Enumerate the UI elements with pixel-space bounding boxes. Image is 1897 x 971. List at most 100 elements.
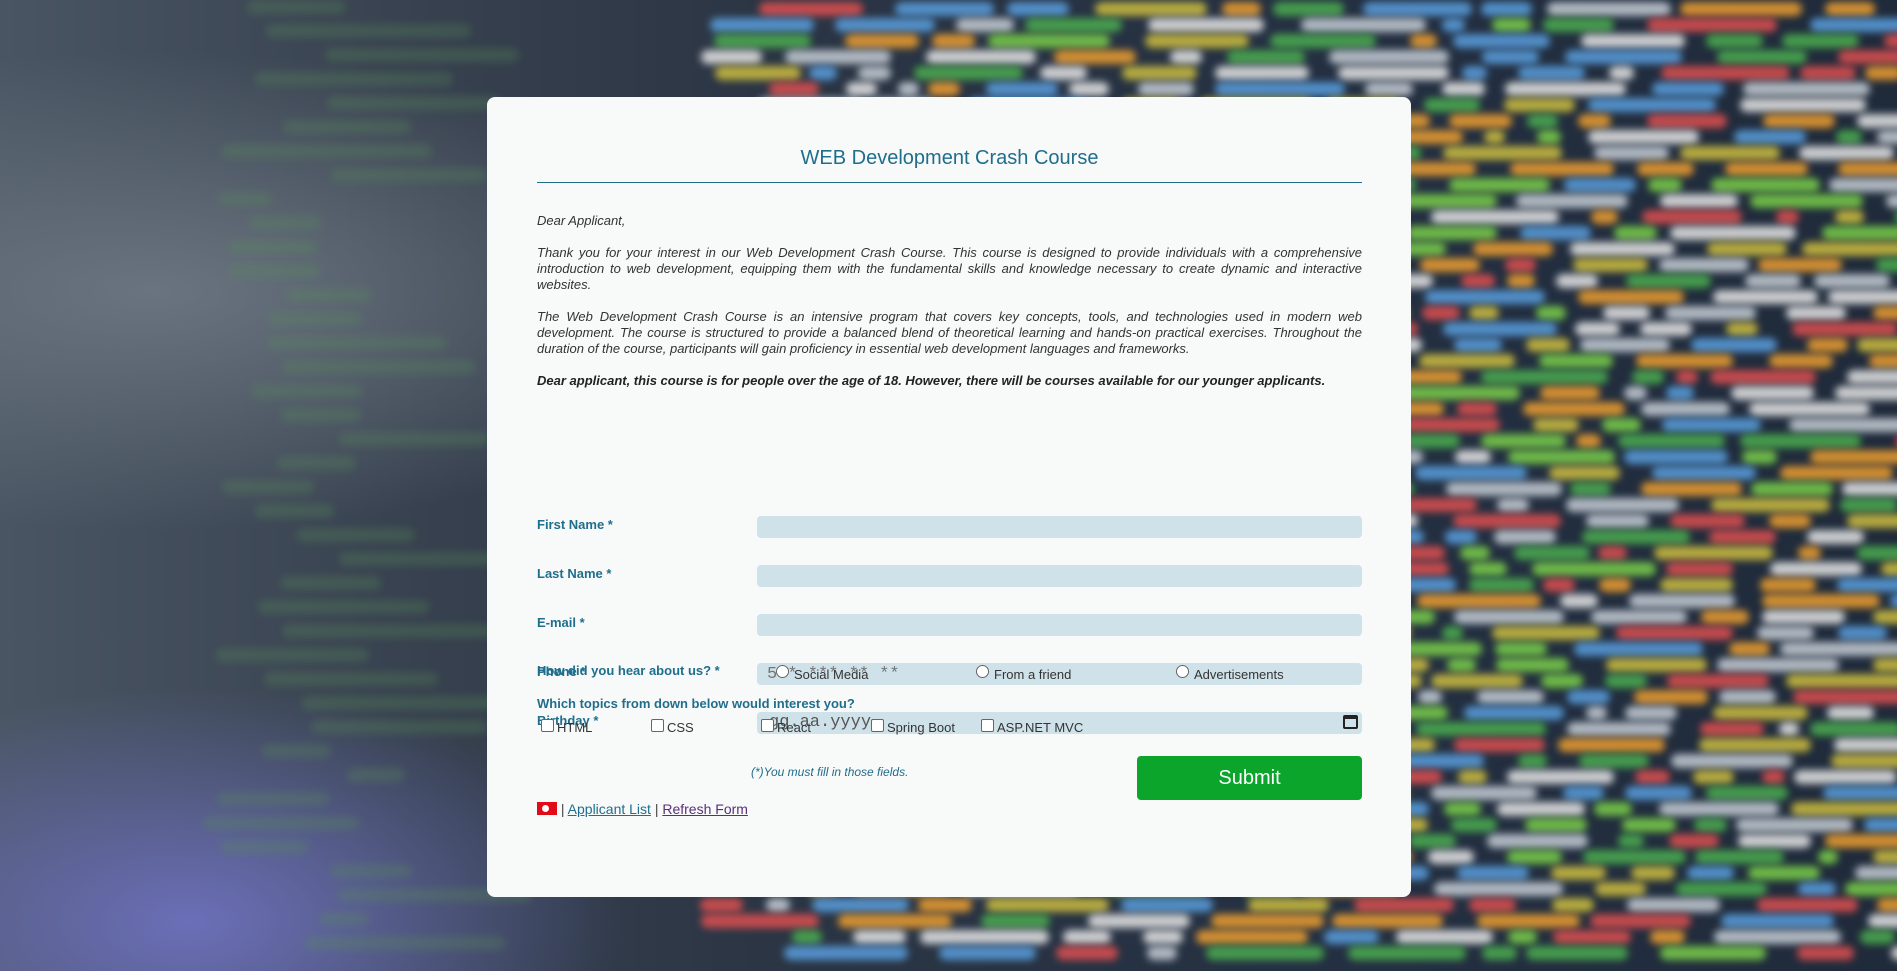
background-code-stripe (1666, 562, 1733, 576)
background-code-stripe (1810, 18, 1897, 32)
background-code-stripe (1527, 114, 1558, 128)
background-code-stripe (1799, 146, 1894, 160)
background-code-stripe (1458, 770, 1487, 784)
application-form-card: WEB Development Crash Course Dear Applic… (487, 97, 1411, 897)
background-code-stripe (1863, 818, 1897, 832)
background-code-stripe (1025, 18, 1122, 32)
submit-button[interactable]: Submit (1137, 756, 1362, 800)
background-code-stripe (1517, 66, 1585, 80)
background-code-stripe (1675, 370, 1698, 384)
first-name-label: First Name * (537, 517, 613, 532)
background-code-stripe (1883, 34, 1897, 48)
last-name-label: Last Name * (537, 566, 612, 581)
applicant-list-link[interactable]: Applicant List (568, 801, 651, 817)
background-code-stripe (1491, 626, 1600, 640)
background-code-stripe (1269, 34, 1376, 48)
background-code-stripe (1550, 866, 1606, 880)
background-code-stripe (1214, 66, 1309, 80)
last-name-input[interactable] (757, 565, 1362, 587)
background-code-stripe (710, 18, 815, 32)
background-code-stripe (1591, 610, 1688, 624)
background-code-stripe (1548, 466, 1620, 480)
background-code-stripe (1875, 258, 1897, 272)
background-code-stripe (1449, 178, 1551, 192)
background-code-stripe (1799, 66, 1857, 80)
background-code-stripe (1053, 50, 1137, 64)
background-code-stripe (1836, 130, 1862, 144)
background-code-stripe (1824, 2, 1875, 16)
background-code-stripe (858, 66, 891, 80)
background-code-stripe (1748, 866, 1821, 880)
background-code-stripe (1679, 146, 1781, 160)
background-code-stripe (1838, 50, 1897, 64)
background-code-stripe (1540, 386, 1600, 400)
background-code-stripe (1860, 930, 1895, 944)
background-code-stripe (1591, 210, 1619, 224)
background-code-stripe (1654, 546, 1773, 560)
background-code-stripe (1586, 706, 1607, 720)
required-fields-note: (*)You must fill in those fields. (751, 765, 909, 779)
background-code-stripe (1451, 818, 1498, 832)
background-code-stripe (1666, 674, 1770, 688)
background-code-stripe (1552, 898, 1595, 912)
background-code-stripe (1716, 50, 1808, 64)
radio-social-media[interactable] (776, 665, 789, 678)
background-code-stripe (1121, 66, 1198, 80)
turkish-flag-icon[interactable] (537, 802, 557, 815)
background-code-stripe (1798, 882, 1837, 896)
background-code-stripe (1575, 434, 1601, 448)
background-code-stripe (1446, 482, 1562, 496)
background-code-stripe (1573, 642, 1704, 656)
page-title: WEB Development Crash Course (800, 147, 1099, 169)
age-notice: Dear applicant, this course is for peopl… (537, 373, 1326, 388)
background-code-stripe (938, 946, 1037, 960)
checkbox-html[interactable] (541, 719, 554, 732)
background-code-stripe (1443, 146, 1563, 160)
background-code-stripe (1503, 98, 1576, 112)
background-code-stripe (281, 408, 362, 422)
background-code-stripe (1739, 434, 1861, 448)
background-code-stripe (985, 898, 1109, 912)
checkbox-css[interactable] (651, 719, 664, 732)
background-code-stripe (318, 912, 369, 926)
background-code-stripe (1873, 850, 1897, 864)
letter-greeting: Dear Applicant, (537, 213, 626, 228)
background-code-stripe (1430, 674, 1523, 688)
background-code-stripe (1768, 514, 1811, 528)
background-code-stripe (1797, 946, 1854, 960)
checkbox-react[interactable] (761, 719, 774, 732)
background-code-stripe (1195, 930, 1308, 944)
checkbox-spring-boot[interactable] (871, 719, 884, 732)
calendar-icon[interactable] (1343, 715, 1358, 729)
background-code-stripe (1637, 162, 1695, 176)
background-code-stripe (1400, 194, 1497, 208)
letter-paragraph-2: The Web Development Crash Course is an i… (537, 309, 1362, 356)
background-code-stripe (282, 360, 475, 374)
background-code-stripe (283, 120, 412, 134)
radio-label-social-media: Social Media (794, 667, 869, 682)
background-code-stripe (1452, 514, 1561, 528)
background-code-stripe (1778, 722, 1800, 736)
background-code-stripe (1635, 770, 1670, 784)
background-code-stripe (1338, 66, 1449, 80)
checkbox-aspnet-mvc[interactable] (981, 719, 994, 732)
background-code-stripe (1538, 354, 1613, 368)
radio-advertisements[interactable] (1176, 665, 1189, 678)
background-code-stripe (917, 898, 972, 912)
background-code-stripe (1806, 338, 1848, 352)
first-name-input[interactable] (757, 516, 1362, 538)
background-code-stripe (1469, 578, 1534, 592)
background-code-stripe (1640, 322, 1692, 336)
background-code-stripe (1721, 914, 1834, 928)
email-input[interactable] (757, 614, 1362, 636)
refresh-form-link[interactable]: Refresh Form (662, 801, 748, 817)
background-code-stripe (1659, 578, 1734, 592)
background-code-stripe (1595, 882, 1647, 896)
radio-from-a-friend[interactable] (976, 665, 989, 678)
background-code-stripe (1769, 354, 1834, 368)
background-code-stripe (1642, 210, 1742, 224)
background-code-stripe (1666, 386, 1694, 400)
background-code-stripe (1847, 370, 1897, 384)
background-code-stripe (1476, 914, 1580, 928)
background-code-stripe (266, 24, 471, 38)
